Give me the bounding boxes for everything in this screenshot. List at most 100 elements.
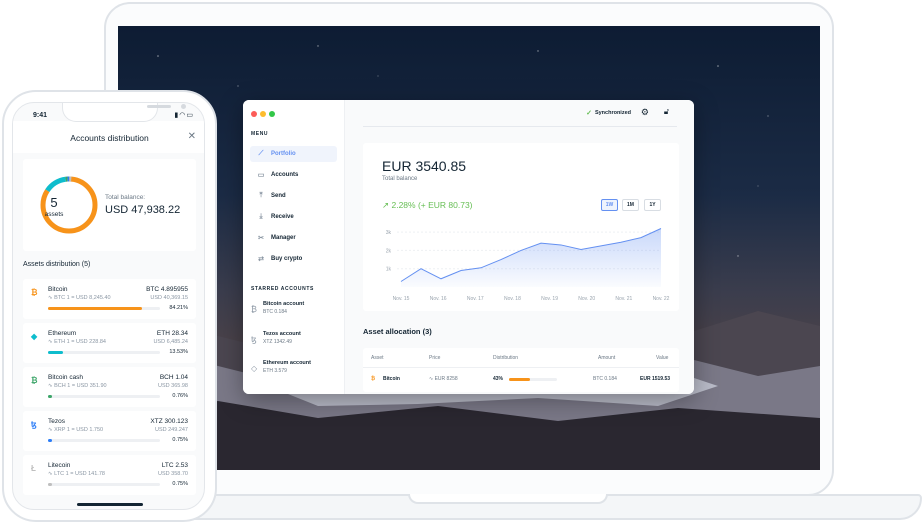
- ledger-app-window: MENU ⟋ Portfolio ▭ Accounts ⤒ Send ⤓ Receive…: [243, 100, 694, 394]
- asset-card-bitcoin-cash[interactable]: ₿ Bitcoin cash ∿ BCH 1 = USD 351.90 BCH 1.0…: [23, 367, 196, 407]
- sidebar: MENU ⟋ Portfolio ▭ Accounts ⤒ Send ⤓ Receive…: [243, 100, 345, 394]
- range-1m-button[interactable]: 1M: [622, 199, 639, 211]
- top-bar: ✓ Synchronized ⚙ 🔓︎: [363, 100, 677, 127]
- nav-portfolio[interactable]: ⟋ Portfolio: [250, 146, 337, 162]
- assets-distribution-title: Assets distribution (5): [23, 261, 91, 268]
- exchange-icon: ⇄: [258, 256, 264, 263]
- starred-tezos-account[interactable]: ꜩ Tezos account XTZ 1342.49: [251, 331, 341, 345]
- asset-card-litecoin[interactable]: Ł Litecoin ∿ LTC 1 = USD 141.78 LTC 2.53 USD…: [23, 455, 196, 495]
- asset-balance: ETH 28.34: [156, 330, 188, 337]
- nav-receive[interactable]: ⤓ Receive: [250, 209, 337, 225]
- balance-change: ↗ 2.28% (+ EUR 80.73): [382, 200, 473, 210]
- menu-caption: MENU: [251, 131, 269, 137]
- tezos-icon: ꜩ: [251, 335, 257, 344]
- asset-card-ethereum[interactable]: ◆ Ethereum ∿ ETH 1 = USD 228.84 ETH 28.34 US…: [23, 323, 196, 363]
- total-balance-label: Total balance:: [105, 194, 146, 201]
- asset-balance: XTZ 300.123: [150, 418, 188, 425]
- asset-price: ∿ BCH 1 = USD 351.90: [48, 383, 107, 389]
- col-value: Value: [656, 355, 669, 361]
- x-tick-label: Nov. 20: [578, 296, 595, 302]
- asset-fiat-value: USD 6,485.24: [153, 339, 188, 345]
- chart-icon: ⟋: [258, 150, 264, 157]
- y-tick-label: 3k: [386, 230, 392, 236]
- x-tick-label: Nov. 21: [615, 296, 632, 302]
- nav-send[interactable]: ⤒ Send: [250, 188, 337, 204]
- total-balance-value: USD 47,938.22: [105, 204, 181, 216]
- litecoin-icon: Ł: [31, 464, 36, 473]
- asset-percent: 13.53%: [169, 349, 188, 355]
- asset-allocation-table: Asset Price Distribution Amount Value ₿ …: [363, 348, 679, 392]
- asset-distribution-bar: [48, 307, 160, 310]
- asset-percent: 0.75%: [172, 437, 188, 443]
- nav-manager[interactable]: ✂ Manager: [250, 230, 337, 246]
- starred-ethereum-account[interactable]: ◇ Ethereum account ETH 3.579: [251, 360, 341, 374]
- y-tick-label: 1k: [386, 267, 392, 273]
- receive-icon: ⤓: [259, 213, 263, 220]
- check-circle-icon: ✓: [586, 110, 592, 117]
- balance-chart: 1k 2k 3k Nov. 15 Nov. 16 Nov. 17 Nov. 18 Nov. 1…: [386, 228, 670, 302]
- lock-icon[interactable]: 🔓︎: [664, 107, 669, 117]
- close-window-dot[interactable]: [251, 111, 257, 117]
- tezos-icon: ꜩ: [31, 420, 37, 429]
- asset-balance: BCH 1.04: [159, 374, 188, 381]
- camera: [181, 104, 186, 109]
- starred-bitcoin-account[interactable]: ₿ Bitcoin account BTC 0.184: [251, 301, 341, 315]
- bitcoin-icon: ₿: [31, 288, 38, 297]
- wallet-icon: ▭: [257, 172, 265, 179]
- sync-status[interactable]: ✓ Synchronized: [586, 109, 631, 117]
- x-tick-label: Nov. 22: [653, 296, 670, 302]
- asset-card-tezos[interactable]: ꜩ Tezos ∿ XRP 1 = USD 1.750 XTZ 300.123 USD …: [23, 411, 196, 451]
- phone-screen: Accounts distribution ✕ 9:41 ▮◠▭ 5 asset…: [12, 102, 205, 510]
- asset-price: ∿ BTC 1 = USD 8,245.40: [48, 295, 111, 301]
- speaker: [147, 105, 171, 108]
- total-balance-value: EUR 3540.85: [382, 158, 467, 174]
- balance-card: EUR 3540.85 Total balance ↗ 2.28% (+ EUR…: [363, 143, 679, 311]
- x-tick-label: Nov. 19: [541, 296, 558, 302]
- ethereum-icon: ◆: [31, 332, 38, 341]
- asset-percent: 0.76%: [172, 393, 188, 399]
- col-distribution: Distribution: [493, 355, 519, 361]
- col-asset: Asset: [371, 355, 384, 361]
- tools-icon: ✂: [258, 235, 264, 242]
- asset-fiat-value: USD 40,369.15: [150, 295, 188, 301]
- range-1w-button[interactable]: 1W: [601, 199, 618, 211]
- minimize-window-dot[interactable]: [260, 111, 266, 117]
- asset-count-label: assets: [44, 211, 64, 218]
- main-panel: ✓ Synchronized ⚙ 🔓︎ EUR 3540.85 Total bal…: [345, 100, 694, 394]
- y-tick-label: 2k: [386, 248, 392, 254]
- asset-name: Bitcoin cash: [48, 374, 84, 381]
- send-icon: ⤒: [259, 192, 263, 199]
- asset-fiat-value: USD 358.70: [158, 471, 188, 477]
- close-icon[interactable]: ✕: [188, 131, 196, 142]
- asset-price: ∿ LTC 1 = USD 141.78: [48, 471, 105, 477]
- bitcoin-icon: ₿: [371, 376, 376, 382]
- x-tick-label: Nov. 16: [430, 296, 447, 302]
- nav-buy-crypto[interactable]: ⇄ Buy crypto: [250, 251, 337, 267]
- col-amount: Amount: [598, 355, 616, 361]
- status-icons: ▮◠▭: [174, 111, 194, 119]
- maximize-window-dot[interactable]: [269, 111, 275, 117]
- phone-header: Accounts distribution ✕: [13, 121, 204, 153]
- nav-accounts[interactable]: ▭ Accounts: [250, 167, 337, 183]
- asset-name: Litecoin: [48, 462, 71, 469]
- status-time: 9:41: [33, 112, 48, 119]
- x-tick-label: Nov. 17: [467, 296, 484, 302]
- asset-balance: BTC 4.895955: [146, 286, 188, 293]
- range-1y-button[interactable]: 1Y: [644, 199, 661, 211]
- asset-balance: LTC 2.53: [161, 462, 188, 469]
- asset-count: 5: [50, 195, 58, 210]
- page-title: Accounts distribution: [70, 133, 149, 143]
- distribution-bar: [509, 378, 557, 381]
- asset-distribution-bar: [48, 351, 160, 354]
- x-tick-label: Nov. 18: [504, 296, 521, 302]
- gear-icon[interactable]: ⚙: [641, 107, 649, 118]
- home-indicator: [77, 503, 143, 506]
- laptop-notch: [408, 494, 608, 504]
- asset-percent: 0.75%: [172, 481, 188, 487]
- ethereum-icon: ◇: [251, 364, 258, 373]
- bitcoin-cash-icon: ₿: [31, 376, 38, 385]
- asset-distribution-bar: [48, 483, 160, 486]
- asset-card-bitcoin[interactable]: ₿ Bitcoin ∿ BTC 1 = USD 8,245.40 BTC 4.8959…: [23, 279, 196, 319]
- asset-allocation-title: Asset allocation (3): [363, 327, 432, 336]
- phone-notch: [62, 103, 186, 122]
